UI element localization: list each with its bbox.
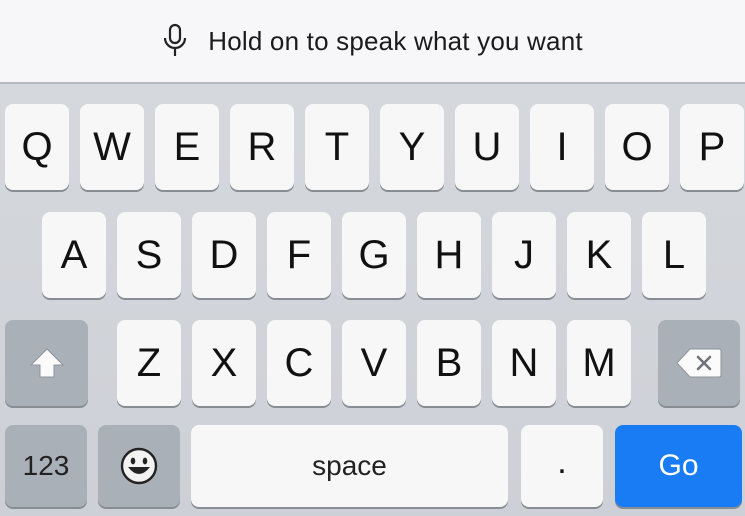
numbers-key[interactable]: 123 xyxy=(5,425,87,507)
key-k[interactable]: K xyxy=(567,212,631,298)
key-p[interactable]: P xyxy=(680,104,744,190)
key-g[interactable]: G xyxy=(342,212,406,298)
shift-key[interactable] xyxy=(5,320,88,406)
key-x[interactable]: X xyxy=(192,320,256,406)
key-d[interactable]: D xyxy=(192,212,256,298)
period-key[interactable]: . xyxy=(521,425,603,507)
emoji-key[interactable] xyxy=(98,425,180,507)
space-key[interactable]: space xyxy=(191,425,508,507)
key-n[interactable]: N xyxy=(492,320,556,406)
key-t[interactable]: T xyxy=(305,104,369,190)
emoji-icon xyxy=(119,446,159,486)
key-w[interactable]: W xyxy=(80,104,144,190)
go-key[interactable]: Go xyxy=(615,425,742,507)
key-f[interactable]: F xyxy=(267,212,331,298)
key-r[interactable]: R xyxy=(230,104,294,190)
key-m[interactable]: M xyxy=(567,320,631,406)
key-l[interactable]: L xyxy=(642,212,706,298)
keyboard: Q W E R T Y U I O P A S D F G H J K L Z … xyxy=(0,84,745,516)
key-h[interactable]: H xyxy=(417,212,481,298)
delete-icon xyxy=(675,346,723,380)
microphone-icon[interactable] xyxy=(162,23,188,59)
key-a[interactable]: A xyxy=(42,212,106,298)
key-i[interactable]: I xyxy=(530,104,594,190)
voice-prompt-text: Hold on to speak what you want xyxy=(208,25,583,56)
key-y[interactable]: Y xyxy=(380,104,444,190)
voice-input-bar: Hold on to speak what you want xyxy=(0,0,745,84)
shift-icon xyxy=(28,346,66,380)
key-j[interactable]: J xyxy=(492,212,556,298)
key-s[interactable]: S xyxy=(117,212,181,298)
key-u[interactable]: U xyxy=(455,104,519,190)
delete-key[interactable] xyxy=(658,320,740,406)
key-c[interactable]: C xyxy=(267,320,331,406)
key-b[interactable]: B xyxy=(417,320,481,406)
key-v[interactable]: V xyxy=(342,320,406,406)
key-e[interactable]: E xyxy=(155,104,219,190)
key-o[interactable]: O xyxy=(605,104,669,190)
key-q[interactable]: Q xyxy=(5,104,69,190)
key-z[interactable]: Z xyxy=(117,320,181,406)
